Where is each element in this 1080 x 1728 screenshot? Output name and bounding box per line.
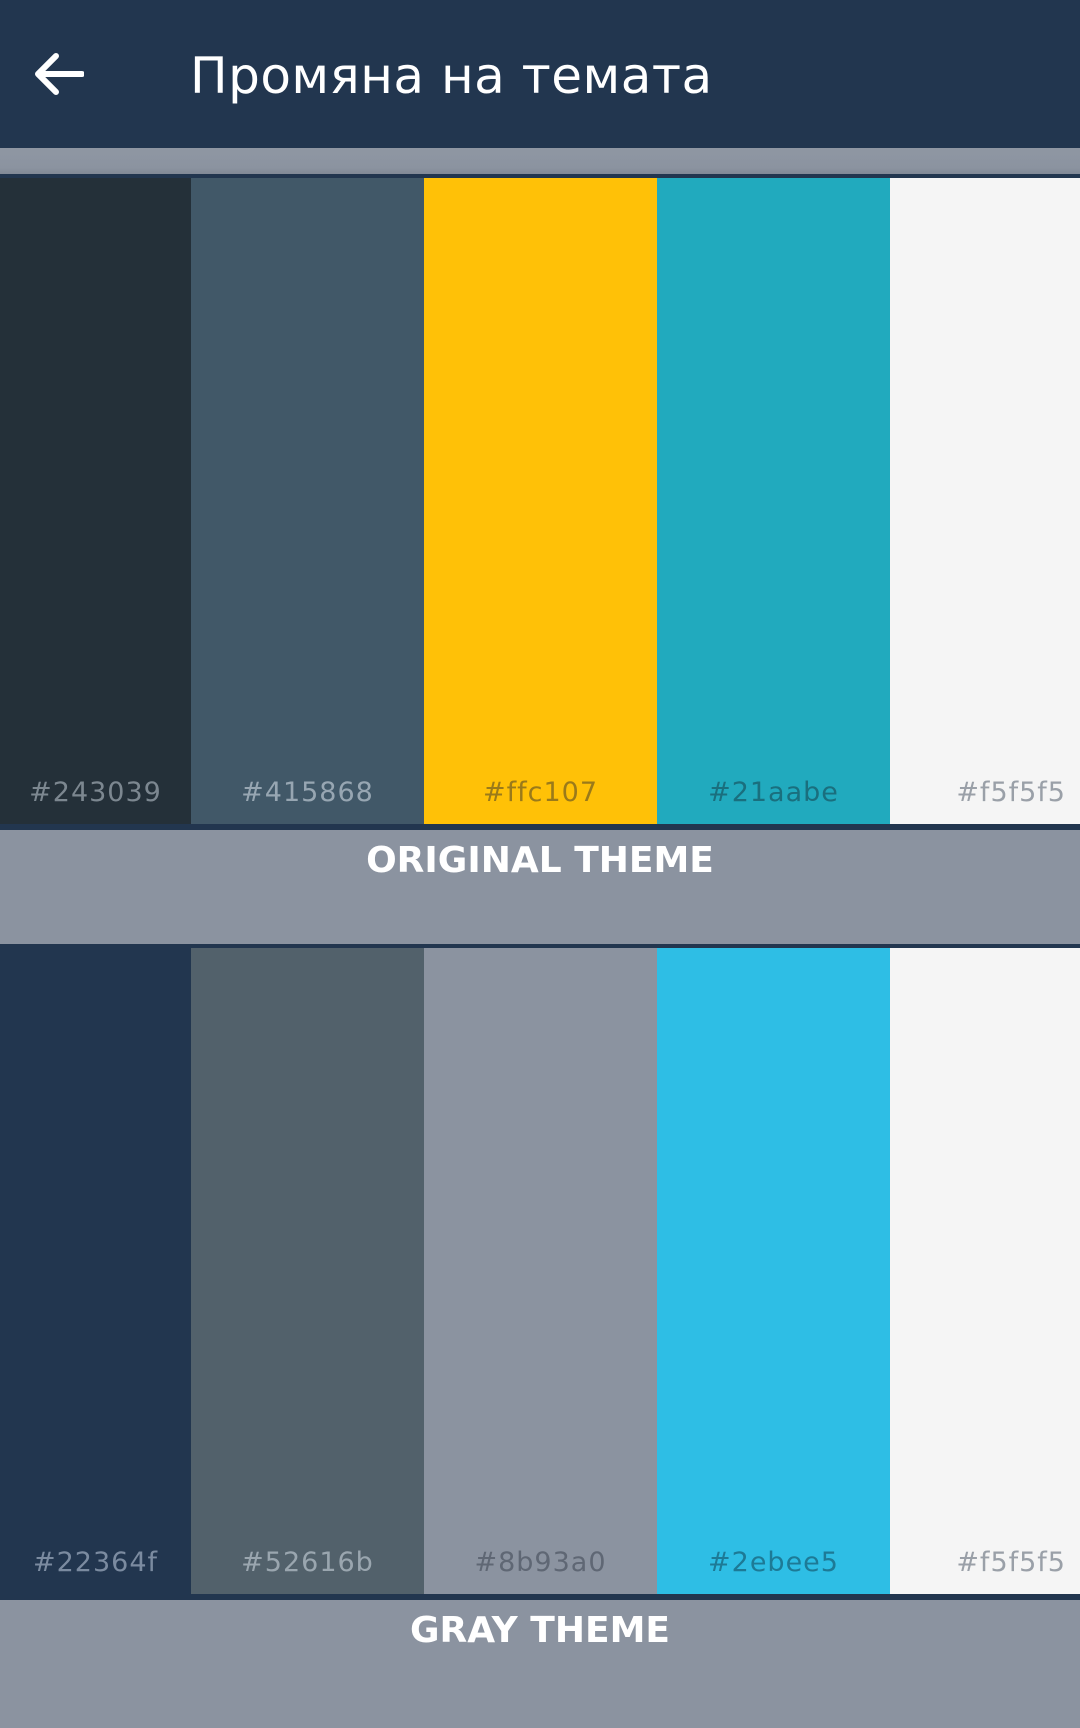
theme-label: GRAY THEME: [410, 1610, 670, 1651]
divider: [0, 148, 1080, 176]
color-swatch: #243039: [0, 178, 191, 824]
theme-option-gray[interactable]: #22364f #52616b #8b93a0 #2ebee5 #f5f5f5 …: [0, 944, 1080, 1728]
hex-code: #243039: [29, 777, 162, 808]
color-swatch: #22364f: [0, 948, 191, 1594]
color-swatch: #52616b: [191, 948, 424, 1594]
color-swatch: #8b93a0: [424, 948, 657, 1594]
color-swatch: #ffc107: [424, 178, 657, 824]
color-swatch: #2ebee5: [657, 948, 890, 1594]
color-swatch: #21aabe: [657, 178, 890, 824]
hex-code: #52616b: [241, 1547, 374, 1578]
theme-option-original[interactable]: #243039 #415868 #ffc107 #21aabe #f5f5f5 …: [0, 174, 1080, 944]
hex-code: #21aabe: [708, 777, 839, 808]
hex-code: #8b93a0: [474, 1547, 607, 1578]
hex-code: #f5f5f5: [956, 777, 1066, 808]
theme-label: ORIGINAL THEME: [366, 840, 714, 881]
color-swatch: #415868: [191, 178, 424, 824]
app-bar: Промяна на темата: [0, 0, 1080, 148]
hex-code: #f5f5f5: [956, 1547, 1066, 1578]
hex-code: #ffc107: [482, 777, 598, 808]
color-swatch: #f5f5f5: [890, 178, 1080, 824]
divider: [0, 1594, 1080, 1600]
color-palette: #22364f #52616b #8b93a0 #2ebee5 #f5f5f5: [0, 948, 1080, 1594]
hex-code: #2ebee5: [708, 1547, 839, 1578]
color-palette: #243039 #415868 #ffc107 #21aabe #f5f5f5: [0, 178, 1080, 824]
divider: [0, 824, 1080, 830]
hex-code: #415868: [241, 777, 374, 808]
page-title: Промяна на темата: [190, 47, 713, 105]
arrow-left-icon: [35, 53, 84, 95]
back-button[interactable]: [28, 44, 88, 104]
color-swatch: #f5f5f5: [890, 948, 1080, 1594]
hex-code: #22364f: [32, 1547, 159, 1578]
